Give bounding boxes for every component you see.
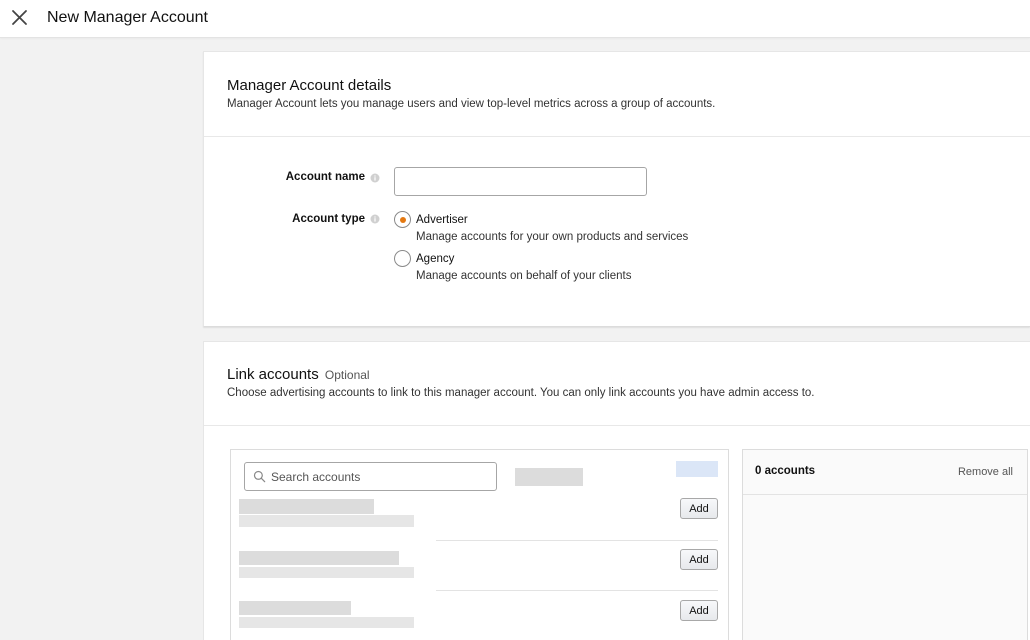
details-title: Manager Account details — [227, 77, 392, 94]
optional-tag: Optional — [324, 368, 370, 382]
close-icon — [12, 10, 27, 25]
account-row: Add — [231, 491, 728, 541]
blurred-column-header — [515, 468, 583, 486]
details-card-header: Manager Account details Manager Account … — [204, 52, 1030, 137]
remove-all-link[interactable]: Remove all — [958, 466, 1013, 478]
search-input[interactable] — [271, 464, 491, 489]
blurred-account-name — [239, 499, 374, 514]
add-button[interactable]: Add — [680, 498, 718, 519]
search-icon — [253, 470, 266, 483]
account-name-input[interactable] — [394, 167, 647, 196]
blurred-header-control — [676, 461, 718, 477]
selected-accounts-panel: 0 accounts Remove all — [742, 449, 1028, 640]
agency-label[interactable]: Agency — [416, 253, 454, 265]
blurred-account-name — [239, 551, 399, 565]
advertiser-label[interactable]: Advertiser — [416, 214, 468, 226]
add-button[interactable]: Add — [680, 549, 718, 570]
selected-accounts-header: 0 accounts Remove all — [743, 450, 1027, 495]
advertiser-description: Manage accounts for your own products an… — [416, 231, 689, 243]
details-description: Manager Account lets you manage users an… — [227, 98, 716, 110]
link-accounts-header: Link accounts Optional Choose advertisin… — [204, 342, 1030, 426]
top-bar: New Manager Account — [0, 0, 1030, 38]
blurred-account-id — [239, 617, 414, 628]
agency-description: Manage accounts on behalf of your client… — [416, 270, 632, 282]
info-icon[interactable] — [370, 214, 380, 224]
add-button[interactable]: Add — [680, 600, 718, 621]
details-card: Manager Account details Manager Account … — [203, 51, 1030, 327]
selected-count: 0 accounts — [755, 465, 816, 477]
blurred-account-id — [239, 567, 414, 578]
search-box[interactable] — [244, 462, 497, 491]
link-accounts-card: Link accounts Optional Choose advertisin… — [203, 341, 1030, 640]
page-title: New Manager Account — [47, 9, 208, 26]
blurred-account-id — [239, 515, 414, 527]
agency-radio[interactable] — [394, 250, 411, 267]
account-name-label: Account name — [285, 171, 365, 183]
link-accounts-description: Choose advertising accounts to link to t… — [227, 387, 815, 399]
advertiser-radio[interactable] — [394, 211, 411, 228]
link-accounts-title: Link accounts Optional — [227, 366, 370, 383]
account-row: Add — [231, 541, 728, 591]
account-row: Add — [231, 591, 728, 640]
info-icon[interactable] — [370, 173, 380, 183]
link-accounts-title-text: Link accounts — [227, 366, 319, 383]
blurred-account-name — [239, 601, 351, 615]
account-type-label: Account type — [292, 213, 365, 225]
available-accounts-panel: Add Add Add — [230, 449, 729, 640]
close-button[interactable] — [8, 6, 32, 30]
